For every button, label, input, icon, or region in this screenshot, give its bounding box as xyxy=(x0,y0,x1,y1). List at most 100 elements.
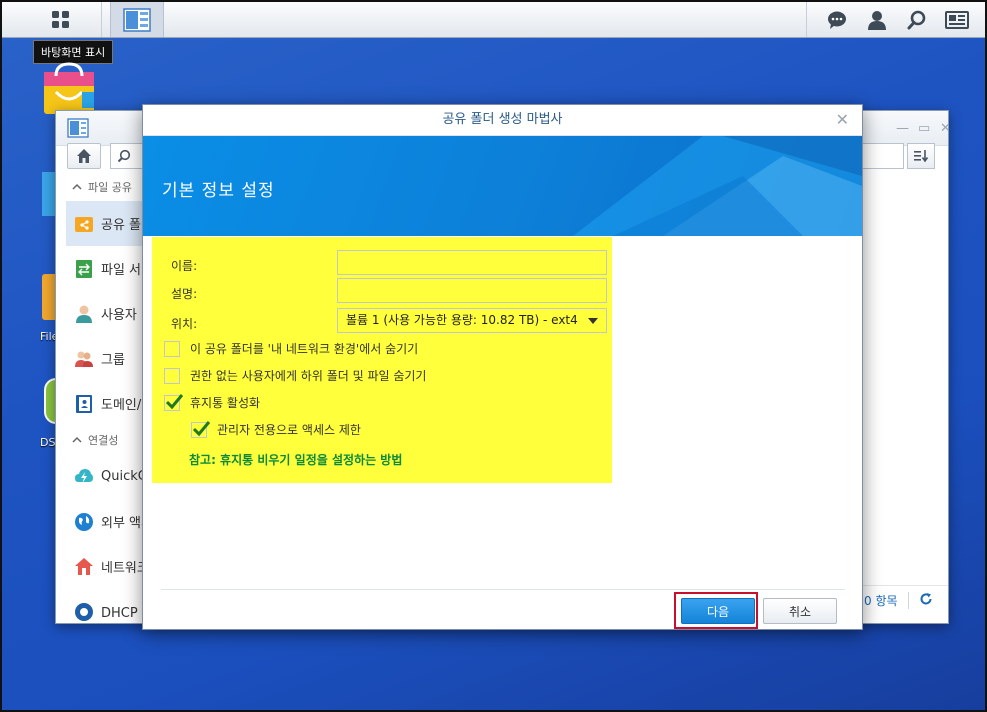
description-label: 설명: xyxy=(171,287,198,301)
refresh-button[interactable] xyxy=(909,592,933,609)
sidebar-section-label: 파일 공유 xyxy=(88,181,132,194)
maximize-icon[interactable]: ▭ xyxy=(918,121,930,136)
sidebar-section-connectivity[interactable]: 연결성 xyxy=(56,426,143,454)
wizard-banner: 기본 정보 설정 xyxy=(143,136,862,236)
sidebar-item-shared-folder[interactable]: 공유 폴더 xyxy=(66,201,143,246)
grid-icon xyxy=(51,10,69,28)
id-card-icon xyxy=(945,10,969,29)
sidebar-item-group[interactable]: 그룹 xyxy=(56,336,143,381)
search-button[interactable] xyxy=(897,2,937,37)
admin-only-checkbox-row[interactable]: 관리자 전용으로 액세스 제한 xyxy=(191,420,361,438)
dhcp-icon xyxy=(75,602,93,621)
sidebar-item-label: 도메인/LDAP xyxy=(101,398,143,413)
shared-folder-icon xyxy=(75,216,93,232)
taskbar-app-control-panel[interactable] xyxy=(110,2,164,37)
sidebar: 파일 공유 공유 폴더 파일 서비스 사용자 그룹 도메인/LDAP 연결성 xyxy=(56,173,143,623)
hide-in-network-checkbox-row[interactable]: 이 공유 폴더를 '내 네트워크 환경'에서 숨기기 xyxy=(164,340,418,357)
filter-input[interactable] xyxy=(862,143,904,169)
sidebar-item-quickconnect[interactable]: QuickConnect xyxy=(56,454,143,499)
highlighted-form-area: 이름: 설명: 위치: 볼륨 1 (사용 가능한 용량: 10.82 TB) -… xyxy=(152,237,612,483)
chevron-up-icon xyxy=(72,183,82,190)
notification-button[interactable] xyxy=(817,2,857,37)
sidebar-item-label: DHCP 서버 xyxy=(101,606,143,621)
user-icon xyxy=(76,305,92,323)
chat-bubble-icon xyxy=(828,11,846,29)
sidebar-item-label: 네트워크 xyxy=(101,561,143,576)
search-icon xyxy=(117,149,131,163)
chevron-up-icon xyxy=(72,436,82,443)
shopping-bag-icon xyxy=(44,62,94,114)
sidebar-item-dhcp-server[interactable]: DHCP 서버 xyxy=(56,589,143,623)
name-label: 이름: xyxy=(171,259,198,273)
hide-subfolders-checkbox[interactable] xyxy=(164,367,180,384)
taskbar-right-group xyxy=(806,2,977,37)
sort-icon xyxy=(914,150,929,163)
control-panel-icon xyxy=(123,7,151,32)
control-panel-icon xyxy=(67,118,89,138)
minimize-icon[interactable]: — xyxy=(896,121,909,136)
sidebar-item-label: 파일 서비스 xyxy=(101,263,143,278)
item-count: 0 항목 xyxy=(862,592,909,609)
taskbar xyxy=(2,2,985,38)
show-desktop-button[interactable] xyxy=(20,2,102,37)
taskbar-divider xyxy=(806,2,807,37)
chevron-down-icon xyxy=(588,318,598,324)
quickconnect-icon xyxy=(75,468,93,484)
widgets-button[interactable] xyxy=(937,2,977,37)
sidebar-item-label: 사용자 xyxy=(101,308,137,323)
sidebar-item-user[interactable]: 사용자 xyxy=(56,291,143,336)
location-select[interactable]: 볼륨 1 (사용 가능한 용량: 10.82 TB) - ext4 xyxy=(337,308,607,333)
description-field[interactable] xyxy=(337,278,607,303)
search-icon xyxy=(907,10,926,29)
checkmark-icon xyxy=(165,393,184,409)
close-icon[interactable]: ✕ xyxy=(940,121,948,136)
recycle-bin-checkbox-row[interactable]: 휴지통 활성화 xyxy=(164,393,261,411)
name-field[interactable] xyxy=(337,250,607,275)
checkmark-icon xyxy=(192,420,211,436)
close-icon[interactable]: ✕ xyxy=(836,105,849,135)
sidebar-section-file-sharing[interactable]: 파일 공유 xyxy=(56,173,143,201)
home-button[interactable] xyxy=(67,143,101,169)
desktop-tooltip: 바탕화면 표시 xyxy=(33,40,114,64)
sidebar-item-file-services[interactable]: 파일 서비스 xyxy=(56,246,143,291)
sidebar-item-domain-ldap[interactable]: 도메인/LDAP xyxy=(56,381,143,426)
sidebar-item-label: 그룹 xyxy=(101,353,125,368)
house-network-icon xyxy=(75,557,93,575)
sort-button[interactable] xyxy=(907,143,935,169)
wizard-titlebar[interactable]: 공유 폴더 생성 마법사 ✕ xyxy=(143,105,862,136)
globe-icon xyxy=(75,512,93,531)
recycle-bin-checkbox[interactable] xyxy=(164,393,184,411)
refresh-icon xyxy=(920,593,932,605)
location-value: 볼륨 1 (사용 가능한 용량: 10.82 TB) - ext4 xyxy=(346,313,578,327)
window-footer: 0 항목 xyxy=(862,585,948,615)
wizard-step-title: 기본 정보 설정 xyxy=(162,181,275,201)
checkbox-label: 권한 없는 사용자에게 하위 폴더 및 파일 숨기기 xyxy=(190,369,427,383)
hide-in-network-checkbox[interactable] xyxy=(164,340,180,357)
user-icon xyxy=(868,10,886,30)
cancel-button[interactable]: 취소 xyxy=(763,598,837,624)
home-icon xyxy=(77,149,91,163)
sidebar-item-external-access[interactable]: 외부 액세스 xyxy=(56,499,143,544)
sidebar-item-label: 공유 폴더 xyxy=(101,218,143,233)
next-button[interactable]: 다음 xyxy=(681,598,755,624)
location-label: 위치: xyxy=(171,317,198,331)
desktop-icon-partial[interactable] xyxy=(42,172,56,216)
checkbox-label: 관리자 전용으로 액세스 제한 xyxy=(217,423,361,437)
search-input[interactable] xyxy=(110,143,146,169)
user-menu-button[interactable] xyxy=(857,2,897,37)
desktop-icon-label: DS xyxy=(40,436,56,449)
address-book-icon xyxy=(76,394,92,413)
sidebar-item-label: QuickConnect xyxy=(101,469,143,484)
checkbox-label: 이 공유 폴더를 '내 네트워크 환경'에서 숨기기 xyxy=(190,342,419,356)
sidebar-item-label: 외부 액세스 xyxy=(101,516,143,531)
checkbox-label: 휴지통 활성화 xyxy=(190,396,261,410)
wizard-title: 공유 폴더 생성 마법사 xyxy=(442,112,563,127)
recycle-bin-schedule-link[interactable]: 참고: 휴지통 비우기 일정을 설정하는 방법 xyxy=(189,451,402,468)
hide-subfolders-checkbox-row[interactable]: 권한 없는 사용자에게 하위 폴더 및 파일 숨기기 xyxy=(164,367,426,384)
sidebar-item-network[interactable]: 네트워크 xyxy=(56,544,143,589)
admin-only-checkbox[interactable] xyxy=(191,420,211,438)
footer-divider xyxy=(161,589,845,590)
file-station-desktop-icon[interactable] xyxy=(42,274,56,320)
sidebar-section-label: 연결성 xyxy=(88,434,119,447)
create-shared-folder-wizard: 공유 폴더 생성 마법사 ✕ 기본 정보 설정 이름: 설명: 위치: 볼륨 1… xyxy=(142,104,863,630)
